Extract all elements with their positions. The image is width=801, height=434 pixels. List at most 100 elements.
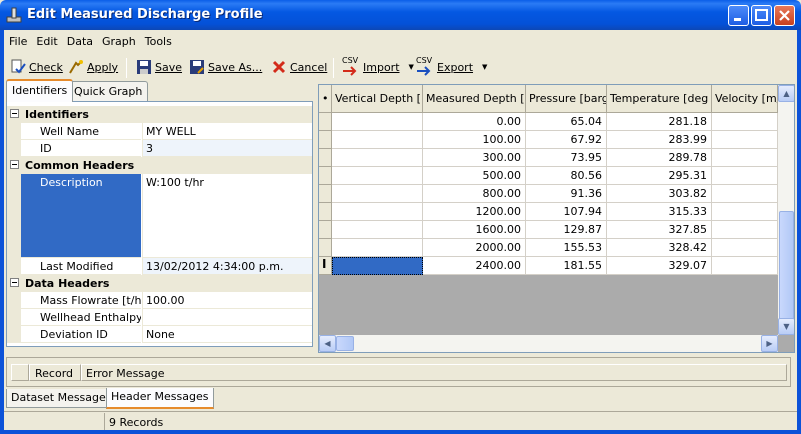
vertical-scrollbar[interactable]: ▲ ▼: [778, 85, 794, 335]
grid-cell[interactable]: 300.00: [423, 149, 526, 167]
grid-cell[interactable]: [332, 149, 423, 167]
menu-file[interactable]: File: [4, 32, 31, 48]
row-header[interactable]: [319, 221, 332, 239]
prop-value[interactable]: 3: [142, 140, 312, 157]
grid-cell[interactable]: 315.33: [607, 203, 712, 221]
prop-id[interactable]: ID 3: [7, 140, 312, 157]
scroll-right-icon[interactable]: ▶: [761, 335, 778, 352]
grid-cell[interactable]: [712, 149, 778, 167]
category-identifiers[interactable]: Identifiers: [7, 106, 312, 123]
grid-corner[interactable]: •: [319, 85, 332, 113]
grid-cell[interactable]: 0.00: [423, 113, 526, 131]
category-data-headers[interactable]: Data Headers: [7, 275, 312, 292]
menu-edit[interactable]: Edit: [31, 32, 61, 48]
grid-cell[interactable]: [332, 131, 423, 149]
prop-wellhead-enthalpy[interactable]: Wellhead Enthalpy [: [7, 309, 312, 326]
grid-cell[interactable]: 80.56: [526, 167, 607, 185]
prop-value[interactable]: None: [142, 326, 312, 343]
menu-tools[interactable]: Tools: [140, 32, 176, 48]
grid-cell[interactable]: 107.94: [526, 203, 607, 221]
prop-deviation-id[interactable]: Deviation ID None: [7, 326, 312, 343]
row-header[interactable]: I: [319, 257, 332, 275]
grid-cell[interactable]: [712, 221, 778, 239]
grid-cell[interactable]: 67.92: [526, 131, 607, 149]
grid-cell[interactable]: 129.87: [526, 221, 607, 239]
row-header[interactable]: [319, 239, 332, 257]
grid-cell[interactable]: 327.85: [607, 221, 712, 239]
category-common-headers[interactable]: Common Headers: [7, 157, 312, 174]
collapse-icon[interactable]: [10, 278, 19, 287]
prop-description[interactable]: Description W:100 t/hr: [7, 174, 312, 258]
grid-cell[interactable]: [712, 203, 778, 221]
grid-cell[interactable]: 73.95: [526, 149, 607, 167]
export-dropdown-arrow-icon[interactable]: ▼: [482, 63, 487, 71]
prop-value[interactable]: [142, 309, 312, 326]
prop-well-name[interactable]: Well Name MY WELL: [7, 123, 312, 140]
grid-cell[interactable]: 2000.00: [423, 239, 526, 257]
scroll-up-icon[interactable]: ▲: [778, 85, 794, 102]
column-header-pressure[interactable]: Pressure [barg]: [526, 85, 607, 113]
grid-cell[interactable]: 1600.00: [423, 221, 526, 239]
row-header[interactable]: [319, 131, 332, 149]
menu-graph[interactable]: Graph: [97, 32, 140, 48]
column-header-error-message[interactable]: Error Message: [81, 364, 787, 381]
column-header-measured-depth[interactable]: Measured Depth [m]: [423, 85, 526, 113]
column-header-record[interactable]: Record: [29, 364, 81, 381]
import-dropdown-arrow-icon[interactable]: ▼: [409, 63, 414, 71]
tab-dataset-messages[interactable]: Dataset Messages: [6, 389, 117, 408]
row-header[interactable]: [319, 167, 332, 185]
grid-cell[interactable]: 295.31: [607, 167, 712, 185]
prop-last-modified[interactable]: Last Modified 13/02/2012 4:34:00 p.m.: [7, 258, 312, 275]
column-header-vertical-depth[interactable]: Vertical Depth [m]: [332, 85, 423, 113]
menu-data[interactable]: Data: [62, 32, 97, 48]
save-button[interactable]: Save: [136, 55, 182, 79]
grid-cell[interactable]: [332, 113, 423, 131]
horizontal-scrollbar[interactable]: ◀ ▶: [319, 335, 778, 352]
grid-cell[interactable]: 283.99: [607, 131, 712, 149]
grid-cell[interactable]: [712, 113, 778, 131]
prop-mass-flowrate[interactable]: Mass Flowrate [t/hr 100.00: [7, 292, 312, 309]
check-button[interactable]: Check: [10, 55, 63, 79]
prop-value[interactable]: 13/02/2012 4:34:00 p.m.: [142, 258, 312, 275]
scroll-thumb[interactable]: [779, 211, 794, 321]
grid-cell[interactable]: [712, 185, 778, 203]
grid-cell[interactable]: 155.53: [526, 239, 607, 257]
grid-cell[interactable]: [332, 257, 423, 275]
grid-cell[interactable]: 100.00: [423, 131, 526, 149]
grid-cell[interactable]: [332, 167, 423, 185]
grid-cell[interactable]: 91.36: [526, 185, 607, 203]
grid-cell[interactable]: 1200.00: [423, 203, 526, 221]
grid-cell[interactable]: 181.55: [526, 257, 607, 275]
column-header-temperature[interactable]: Temperature [deg C]: [607, 85, 712, 113]
row-header[interactable]: [319, 203, 332, 221]
column-header-velocity[interactable]: Velocity [m/s]: [712, 85, 778, 113]
scroll-thumb[interactable]: [336, 336, 354, 351]
export-button[interactable]: CSV Export ▼: [416, 55, 487, 79]
row-header[interactable]: [319, 149, 332, 167]
grid-cell[interactable]: 303.82: [607, 185, 712, 203]
tab-identifiers[interactable]: Identifiers: [6, 79, 74, 102]
grid-cell[interactable]: 281.18: [607, 113, 712, 131]
close-button[interactable]: [774, 5, 795, 26]
minimize-button[interactable]: [728, 5, 749, 26]
grid-cell[interactable]: 800.00: [423, 185, 526, 203]
grid-cell[interactable]: [712, 239, 778, 257]
scroll-down-icon[interactable]: ▼: [778, 318, 794, 335]
tab-quick-graph[interactable]: Quick Graph: [68, 81, 149, 101]
row-header[interactable]: [319, 113, 332, 131]
prop-value[interactable]: 100.00: [142, 292, 312, 309]
prop-value[interactable]: W:100 t/hr: [142, 174, 312, 258]
grid-cell[interactable]: [712, 167, 778, 185]
tab-header-messages[interactable]: Header Messages: [106, 388, 214, 409]
grid-cell[interactable]: [712, 131, 778, 149]
grid-cell[interactable]: [712, 257, 778, 275]
collapse-icon[interactable]: [10, 109, 19, 118]
maximize-button[interactable]: [751, 5, 772, 26]
save-as-button[interactable]: Save As...: [189, 55, 262, 79]
row-header[interactable]: [319, 185, 332, 203]
grid-cell[interactable]: [332, 203, 423, 221]
grid-cell[interactable]: 289.78: [607, 149, 712, 167]
import-button[interactable]: CSV Import ▼: [342, 55, 414, 79]
grid-cell[interactable]: 329.07: [607, 257, 712, 275]
apply-button[interactable]: Apply: [68, 55, 118, 79]
